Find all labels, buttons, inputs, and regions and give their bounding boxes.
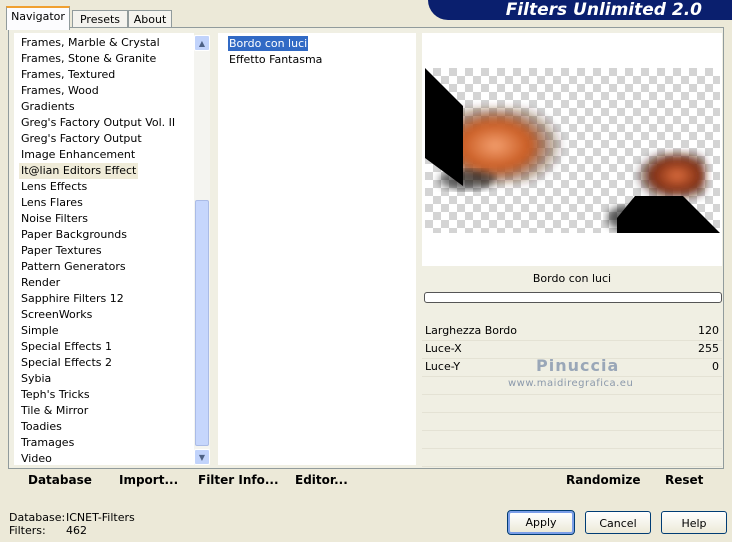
category-item[interactable]: Render (21, 275, 60, 291)
filter-item[interactable]: Effetto Fantasma (228, 52, 323, 67)
category-item[interactable]: Pattern Generators (21, 259, 126, 275)
editor-button[interactable]: Editor... (295, 473, 348, 487)
category-item[interactable]: Gradients (21, 99, 75, 115)
filters-label: Filters: (9, 524, 46, 537)
database-value: ICNET-Filters (66, 511, 135, 524)
category-item[interactable]: Toadies (21, 419, 62, 435)
preview-image (425, 68, 720, 233)
progress-bar (424, 292, 722, 303)
category-item[interactable]: Special Effects 2 (21, 355, 112, 371)
help-button[interactable]: Help (661, 511, 727, 534)
cancel-button[interactable]: Cancel (585, 511, 651, 534)
param-label: Luce-Y (425, 360, 461, 373)
filter-item[interactable]: Bordo con luci (228, 36, 309, 51)
watermark-url: www.maidiregrafica.eu (508, 378, 634, 389)
category-item[interactable]: Tramages (21, 435, 74, 451)
watermark-name: Pinuccia (536, 356, 620, 375)
title-banner: Filters Unlimited 2.0 (428, 0, 732, 20)
database-label: Database: (9, 511, 66, 524)
param-row[interactable]: Larghezza Bordo 120 (422, 322, 722, 341)
randomize-button[interactable]: Randomize (566, 473, 640, 487)
category-item[interactable]: Sybia (21, 371, 51, 387)
category-item[interactable]: Image Enhancement (21, 147, 135, 163)
category-item[interactable]: Sapphire Filters 12 (21, 291, 124, 307)
category-item[interactable]: It@lian Editors Effect (19, 163, 139, 179)
filter-name-label: Bordo con luci (422, 268, 722, 290)
param-label: Larghezza Bordo (425, 324, 518, 337)
filter-info-button[interactable]: Filter Info... (198, 473, 279, 487)
category-list[interactable]: Frames, Marble & Crystal Frames, Stone & … (14, 33, 194, 465)
category-item[interactable]: Frames, Stone & Granite (21, 51, 156, 67)
param-label: Luce-X (425, 342, 462, 355)
category-item[interactable]: Frames, Textured (21, 67, 115, 83)
category-item[interactable]: Greg's Factory Output Vol. II (21, 115, 175, 131)
filter-list[interactable]: Bordo con luci Effetto Fantasma (218, 33, 416, 465)
category-item[interactable]: Lens Flares (21, 195, 83, 211)
tab-navigator[interactable]: Navigator (6, 6, 70, 30)
category-item[interactable]: Tile & Mirror (21, 403, 88, 419)
category-item[interactable]: Greg's Factory Output (21, 131, 142, 147)
category-item[interactable]: Frames, Wood (21, 83, 99, 99)
scroll-thumb[interactable] (195, 200, 209, 446)
scroll-down-button[interactable]: ▼ (194, 449, 210, 465)
app-title: Filters Unlimited 2.0 (505, 0, 702, 20)
param-value: 120 (698, 324, 719, 337)
import-button[interactable]: Import... (119, 473, 178, 487)
param-row (422, 448, 722, 467)
category-item[interactable]: Special Effects 1 (21, 339, 112, 355)
apply-button[interactable]: Apply (507, 510, 575, 535)
category-scrollbar[interactable]: ▲ ▼ (194, 35, 210, 465)
database-button[interactable]: Database (28, 473, 92, 487)
category-item[interactable]: Paper Textures (21, 243, 102, 259)
reset-button[interactable]: Reset (665, 473, 703, 487)
param-row (422, 394, 722, 413)
param-value: 255 (698, 342, 719, 355)
category-item[interactable]: ScreenWorks (21, 307, 92, 323)
param-row (422, 430, 722, 449)
param-value: 0 (712, 360, 719, 373)
param-row (422, 412, 722, 431)
category-item[interactable]: Frames, Marble & Crystal (21, 35, 160, 51)
category-item[interactable]: Video (21, 451, 52, 467)
category-item[interactable]: Noise Filters (21, 211, 88, 227)
category-item[interactable]: Lens Effects (21, 179, 87, 195)
scroll-up-button[interactable]: ▲ (194, 35, 210, 51)
tab-presets[interactable]: Presets (72, 10, 128, 28)
category-item[interactable]: Teph's Tricks (21, 387, 90, 403)
category-item[interactable]: Paper Backgrounds (21, 227, 127, 243)
tab-about[interactable]: About (128, 10, 172, 28)
category-item[interactable]: Simple (21, 323, 59, 339)
filters-count: 462 (66, 524, 87, 537)
